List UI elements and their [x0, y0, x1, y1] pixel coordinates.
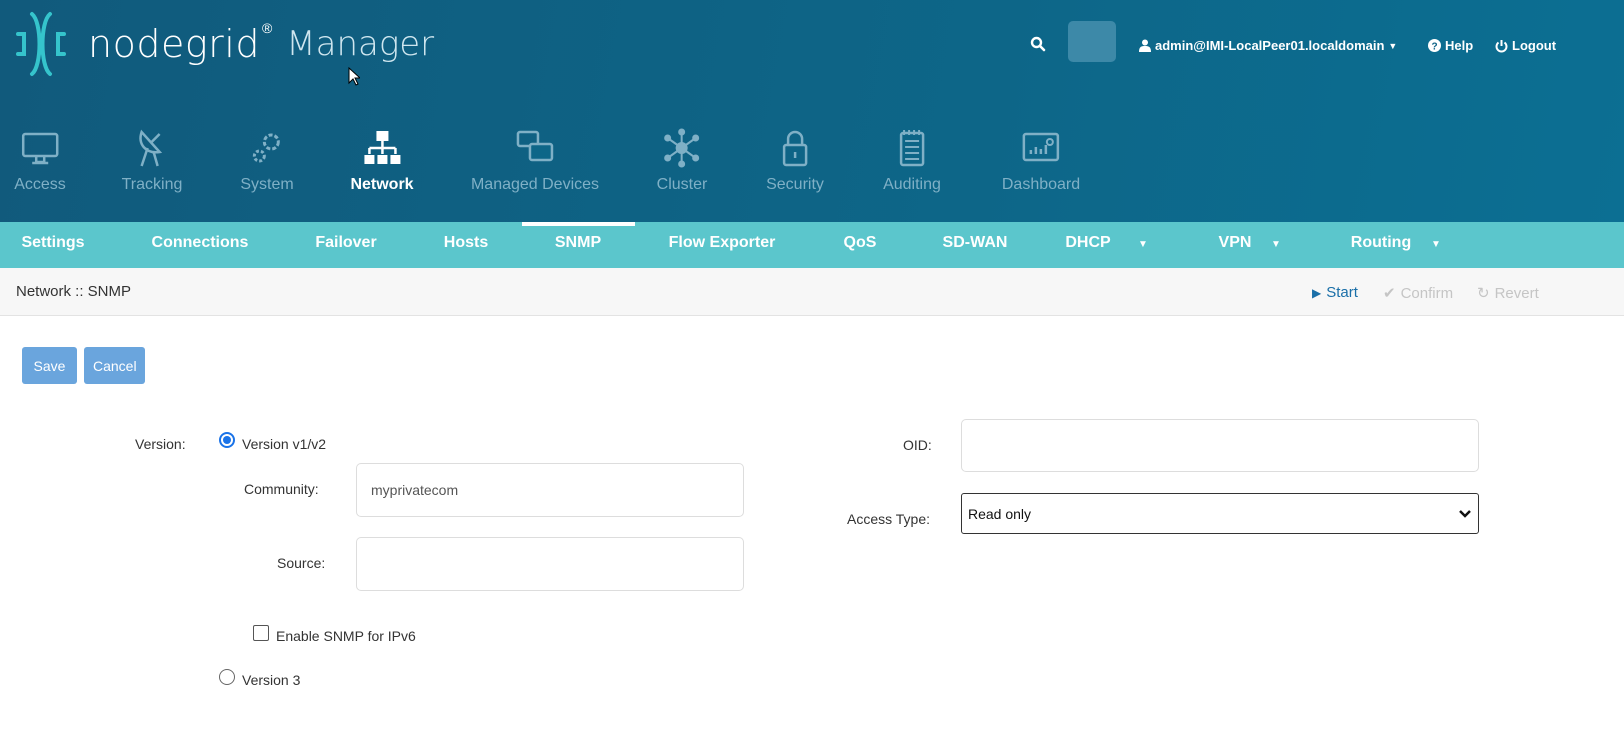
quick-action-button[interactable] — [1068, 21, 1116, 62]
help-link[interactable]: ? Help — [1428, 38, 1473, 53]
enable-ipv6-label: Enable SNMP for IPv6 — [276, 628, 416, 644]
notepad-icon — [899, 130, 925, 167]
user-menu[interactable]: admin@IMI-LocalPeer01.localdomain ▼ — [1139, 38, 1397, 53]
nav-security[interactable]: Security — [766, 128, 824, 194]
network-icon — [364, 131, 400, 164]
satellite-icon — [139, 129, 163, 167]
gears-icon — [252, 133, 280, 163]
mouse-cursor-icon — [348, 67, 360, 86]
tab-qos[interactable]: QoS — [844, 234, 877, 252]
version-v1v2-radio[interactable] — [219, 432, 235, 448]
search-icon[interactable] — [1030, 36, 1046, 52]
tab-failover[interactable]: Failover — [315, 234, 376, 252]
routing-caret-icon[interactable]: ▼ — [1431, 239, 1441, 250]
tab-snmp[interactable]: SNMP — [555, 234, 601, 252]
cluster-icon — [664, 128, 700, 168]
start-button[interactable]: ▶ Start — [1312, 284, 1358, 301]
nav-managed-devices[interactable]: Managed Devices — [471, 128, 599, 194]
revert-icon: ↻ — [1477, 285, 1490, 302]
sub-navigation: Settings Connections Failover Hosts SNMP… — [0, 222, 1624, 268]
dashboard-icon — [1022, 132, 1060, 162]
tab-vpn[interactable]: VPN — [1219, 234, 1252, 252]
monitor-icon — [21, 132, 59, 165]
nav-cluster[interactable]: Cluster — [657, 128, 707, 194]
version-v1v2-label: Version v1/v2 — [242, 436, 327, 452]
save-button[interactable]: Save — [22, 347, 77, 384]
community-input[interactable]: myprivatecom — [356, 463, 744, 517]
tab-connections[interactable]: Connections — [152, 234, 249, 252]
revert-button[interactable]: ↻ Revert — [1477, 284, 1539, 303]
nav-system[interactable]: System — [240, 128, 294, 194]
breadcrumb-bar: Network :: SNMP ▶ Start ✔ Confirm ↻ Revert — [0, 268, 1624, 316]
tab-dhcp[interactable]: DHCP — [1065, 234, 1110, 252]
source-input[interactable] — [356, 537, 744, 591]
access-type-label: Access Type: — [847, 511, 931, 527]
top-header: nodegrid ® Manager admin@IMI-LocalPeer01… — [0, 0, 1624, 222]
user-icon — [1139, 39, 1151, 52]
community-label: Community: — [244, 481, 319, 497]
nodegrid-logo[interactable]: nodegrid ® Manager — [14, 8, 434, 80]
confirm-button[interactable]: ✔ Confirm — [1383, 284, 1453, 303]
chevron-down-icon — [1459, 509, 1471, 518]
play-icon: ▶ — [1312, 285, 1322, 300]
check-icon: ✔ — [1383, 285, 1396, 302]
cancel-button[interactable]: Cancel — [84, 347, 145, 384]
dhcp-caret-icon[interactable]: ▼ — [1138, 239, 1148, 250]
tab-routing[interactable]: Routing — [1351, 234, 1411, 252]
version-3-radio[interactable] — [219, 669, 235, 685]
help-icon: ? — [1428, 39, 1441, 52]
nav-auditing[interactable]: Auditing — [883, 128, 941, 194]
tab-hosts[interactable]: Hosts — [444, 234, 488, 252]
access-type-select[interactable]: Read only — [961, 493, 1479, 534]
caret-down-icon: ▼ — [1388, 40, 1398, 51]
tab-sd-wan[interactable]: SD-WAN — [943, 234, 1008, 252]
nav-network[interactable]: Network — [350, 128, 414, 194]
nav-tracking[interactable]: Tracking — [122, 128, 182, 194]
version-3-label: Version 3 — [242, 672, 301, 688]
nav-dashboard[interactable]: Dashboard — [1002, 128, 1080, 194]
oid-input[interactable] — [961, 419, 1479, 472]
enable-ipv6-checkbox[interactable] — [253, 625, 269, 641]
version-label: Version: — [135, 436, 186, 452]
vpn-caret-icon[interactable]: ▼ — [1271, 239, 1281, 250]
logout-link[interactable]: Logout — [1495, 38, 1556, 53]
tab-settings[interactable]: Settings — [21, 234, 84, 252]
power-icon — [1495, 39, 1508, 52]
logo-mark-icon — [16, 12, 66, 76]
nav-access[interactable]: Access — [14, 128, 66, 194]
active-tab-indicator — [522, 222, 635, 226]
source-label: Source: — [277, 555, 326, 571]
devices-icon — [516, 130, 554, 162]
oid-label: OID: — [903, 437, 932, 453]
breadcrumb: Network :: SNMP — [16, 283, 132, 300]
tab-flow-exporter[interactable]: Flow Exporter — [669, 234, 776, 252]
svg-text:?: ? — [1431, 42, 1437, 53]
lock-icon — [782, 130, 808, 167]
